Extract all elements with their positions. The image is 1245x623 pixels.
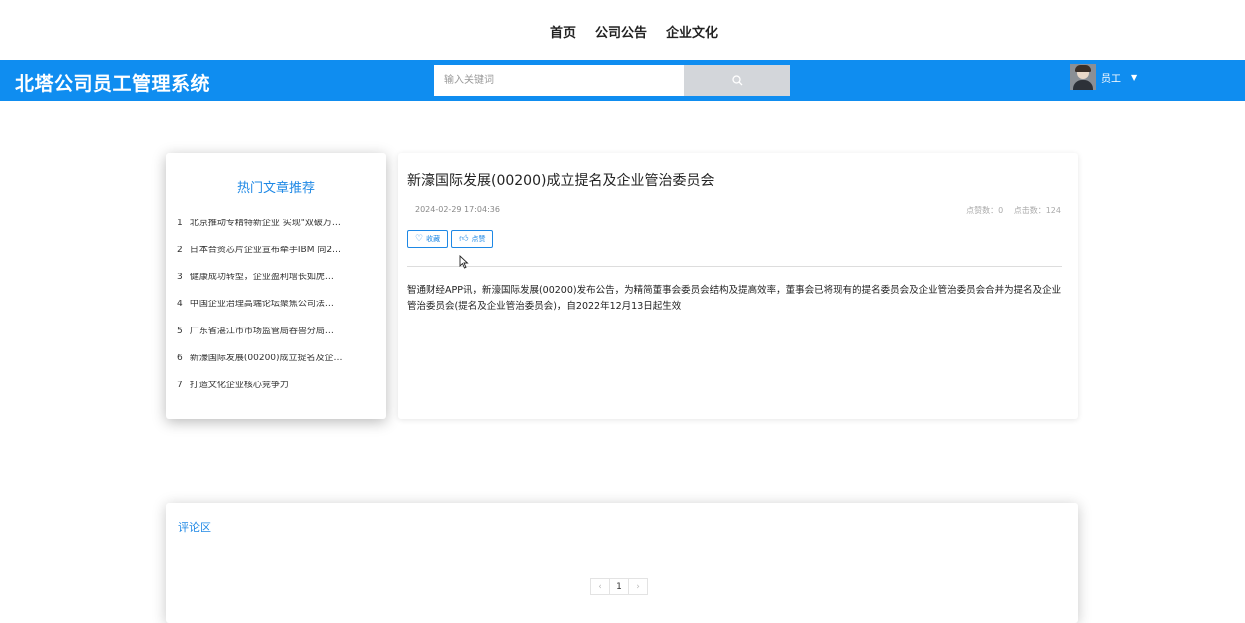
list-item[interactable]: 2 日本合资芯片企业宣布牵手IBM 向2… <box>177 246 377 273</box>
article-actions: ♡ 收藏 👍︎ 点赞 <box>407 230 494 248</box>
hot-articles-list: 1 北京推动专精特新企业 实现"双破万… 2 日本合资芯片企业宣布牵手IBM 向… <box>177 219 377 408</box>
article-date: 2024-02-29 17:04:36 <box>415 205 500 214</box>
brand-title: 北塔公司员工管理系统 <box>15 73 211 95</box>
article-title: 新濠国际发展(00200)成立提名及企业管治委员会 <box>407 173 715 189</box>
search-box <box>434 65 790 96</box>
next-page-button[interactable]: › <box>628 578 648 595</box>
thumbs-up-icon: 👍︎ <box>459 234 469 244</box>
list-item[interactable]: 6 新濠国际发展(00200)成立提名及企… <box>177 354 377 381</box>
top-nav-links: 首页 公司公告 企业文化 <box>550 22 718 41</box>
top-navigation: 首页 公司公告 企业文化 <box>0 0 1245 60</box>
nav-link-announcements[interactable]: 公司公告 <box>595 22 647 41</box>
pagination: ‹ 1 › <box>590 578 648 595</box>
avatar[interactable] <box>1070 64 1096 90</box>
list-item[interactable]: 3 健康成功转型，企业盈利增长如虎… <box>177 273 377 300</box>
search-input[interactable] <box>434 65 684 96</box>
like-label: 点赞 <box>471 235 486 243</box>
hot-articles-title: 热门文章推荐 <box>236 181 315 196</box>
page-1-button[interactable]: 1 <box>609 578 629 595</box>
list-item[interactable]: 5 广东省湛江市市场监管局吞兽分局… <box>177 327 377 354</box>
user-menu[interactable]: 员工 ▼ <box>1070 63 1137 91</box>
user-name[interactable]: 员工 <box>1101 70 1121 85</box>
like-button[interactable]: 👍︎ 点赞 <box>451 230 494 248</box>
heart-icon: ♡ <box>415 234 424 244</box>
favorite-label: 收藏 <box>426 235 441 243</box>
list-item[interactable]: 4 中国企业治理高端论坛聚焦公司法… <box>177 300 377 327</box>
header-bar: 北塔公司员工管理系统 员工 ▼ <box>0 60 1245 101</box>
list-item[interactable]: 7 打造文化企业核心竞争力 <box>177 381 377 408</box>
view-count: 点击数：124 <box>1013 206 1061 215</box>
list-item[interactable]: 1 北京推动专精特新企业 实现"双破万… <box>177 219 377 246</box>
nav-link-home[interactable]: 首页 <box>550 22 576 41</box>
favorite-button[interactable]: ♡ 收藏 <box>407 230 449 248</box>
comments-title: 评论区 <box>178 521 211 534</box>
prev-page-button[interactable]: ‹ <box>590 578 610 595</box>
hot-articles-card: 热门文章推荐 1 北京推动专精特新企业 实现"双破万… 2 日本合资芯片企业宣布… <box>166 153 386 419</box>
article-stats: 点赞数：0 点击数：124 <box>958 205 1061 216</box>
comments-card: 评论区 ‹ 1 › <box>166 503 1078 623</box>
article-card: 新濠国际发展(00200)成立提名及企业管治委员会 2024-02-29 17:… <box>398 153 1078 419</box>
search-icon <box>732 75 743 86</box>
like-count: 点赞数：0 <box>966 206 1004 215</box>
search-button[interactable] <box>684 65 790 96</box>
nav-link-culture[interactable]: 企业文化 <box>666 22 718 41</box>
divider <box>407 266 1062 267</box>
caret-down-icon[interactable]: ▼ <box>1131 73 1137 82</box>
article-content: 智通财经APP讯，新濠国际发展(00200)发布公告，为精简董事会委员会结构及提… <box>407 285 1062 312</box>
mouse-pointer-icon <box>459 255 469 269</box>
